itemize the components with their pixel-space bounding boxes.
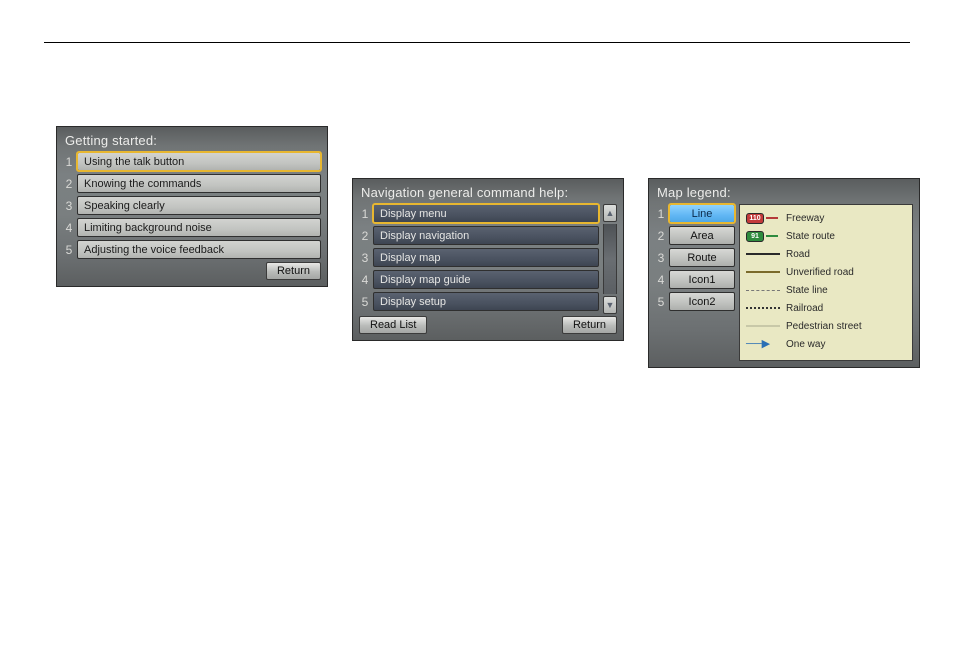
legend-label: State route — [786, 231, 835, 242]
item-label: Speaking clearly — [77, 196, 321, 215]
column-3: Map legend: 1 Line 2 Area 3 Route — [636, 62, 932, 592]
item-label: Using the talk button — [77, 152, 321, 171]
panel-title: Getting started: — [63, 132, 321, 152]
legend-category[interactable]: 3 Route — [655, 248, 735, 267]
legend-entry-freeway: 110 Freeway — [746, 209, 906, 227]
legend-entry-oneway: ──▶ One way — [746, 335, 906, 353]
list-item[interactable]: 3 Speaking clearly — [63, 196, 321, 215]
legend-entry-pedestrian: Pedestrian street — [746, 317, 906, 335]
item-number: 3 — [63, 196, 77, 215]
legend-label: State line — [786, 285, 828, 296]
list-item[interactable]: 4 Limiting background noise — [63, 218, 321, 237]
page-columns: Getting started: 1 Using the talk button… — [44, 62, 910, 592]
stateroute-shield-icon: 91 — [746, 231, 764, 242]
legend-label: Unverified road — [786, 267, 854, 278]
legend-category[interactable]: 5 Icon2 — [655, 292, 735, 311]
legend-entry-railroad: Railroad — [746, 299, 906, 317]
scroll-up-button[interactable]: ▲ — [603, 204, 617, 222]
column-2: Navigation general command help: 1 Displ… — [340, 62, 636, 592]
item-number: 3 — [359, 248, 373, 267]
list-item[interactable]: 3 Display map — [359, 248, 599, 267]
item-number: 2 — [359, 226, 373, 245]
legend-category[interactable]: 1 Line — [655, 204, 735, 223]
column-1: Getting started: 1 Using the talk button… — [44, 62, 340, 592]
item-number: 3 — [655, 248, 669, 267]
getting-started-panel: Getting started: 1 Using the talk button… — [56, 126, 328, 287]
item-number: 2 — [63, 174, 77, 193]
item-number: 1 — [63, 152, 77, 171]
legend-entry-stateroute: 91 State route — [746, 227, 906, 245]
item-number: 4 — [63, 218, 77, 237]
read-list-button[interactable]: Read List — [359, 316, 427, 334]
legend-label: Road — [786, 249, 810, 260]
list-item[interactable]: 5 Display setup — [359, 292, 599, 311]
legend-label: Pedestrian street — [786, 321, 862, 332]
scroll-track[interactable] — [603, 224, 617, 294]
list-item[interactable]: 5 Adjusting the voice feedback — [63, 240, 321, 259]
item-label: Display navigation — [373, 226, 599, 245]
nav-command-help-panel: Navigation general command help: 1 Displ… — [352, 178, 624, 341]
return-button[interactable]: Return — [266, 262, 321, 280]
map-legend-panel: Map legend: 1 Line 2 Area 3 Route — [648, 178, 920, 368]
freeway-shield-icon: 110 — [746, 213, 764, 224]
panel-title: Map legend: — [655, 184, 913, 204]
item-label: Icon1 — [669, 270, 735, 289]
item-number: 5 — [63, 240, 77, 259]
return-button[interactable]: Return — [562, 316, 617, 334]
item-label: Knowing the commands — [77, 174, 321, 193]
top-rule — [44, 42, 910, 43]
panel-title: Navigation general command help: — [359, 184, 617, 204]
item-label: Display setup — [373, 292, 599, 311]
legend-entry-stateline: State line — [746, 281, 906, 299]
legend-label: Freeway — [786, 213, 824, 224]
item-label: Display map guide — [373, 270, 599, 289]
item-label: Limiting background noise — [77, 218, 321, 237]
scroll-down-button[interactable]: ▼ — [603, 296, 617, 314]
item-number: 1 — [359, 204, 373, 223]
item-number: 5 — [359, 292, 373, 311]
item-label: Area — [669, 226, 735, 245]
legend-category[interactable]: 4 Icon1 — [655, 270, 735, 289]
item-label: Display map — [373, 248, 599, 267]
list-item[interactable]: 4 Display map guide — [359, 270, 599, 289]
item-label: Line — [669, 204, 735, 223]
item-number: 1 — [655, 204, 669, 223]
scrollbar: ▲ ▼ — [603, 204, 617, 314]
list-item[interactable]: 1 Display menu — [359, 204, 599, 223]
list-item[interactable]: 2 Knowing the commands — [63, 174, 321, 193]
legend-category[interactable]: 2 Area — [655, 226, 735, 245]
item-number: 2 — [655, 226, 669, 245]
list-item[interactable]: 2 Display navigation — [359, 226, 599, 245]
legend-entry-unverified: Unverified road — [746, 263, 906, 281]
item-number: 4 — [655, 270, 669, 289]
legend-entry-road: Road — [746, 245, 906, 263]
item-label: Display menu — [373, 204, 599, 223]
legend-label: Railroad — [786, 303, 823, 314]
item-label: Adjusting the voice feedback — [77, 240, 321, 259]
list-item[interactable]: 1 Using the talk button — [63, 152, 321, 171]
legend-label: One way — [786, 339, 825, 350]
item-label: Route — [669, 248, 735, 267]
legend-key: 110 Freeway 91 State route Road Unverifi… — [739, 204, 913, 361]
item-number: 5 — [655, 292, 669, 311]
item-label: Icon2 — [669, 292, 735, 311]
item-number: 4 — [359, 270, 373, 289]
